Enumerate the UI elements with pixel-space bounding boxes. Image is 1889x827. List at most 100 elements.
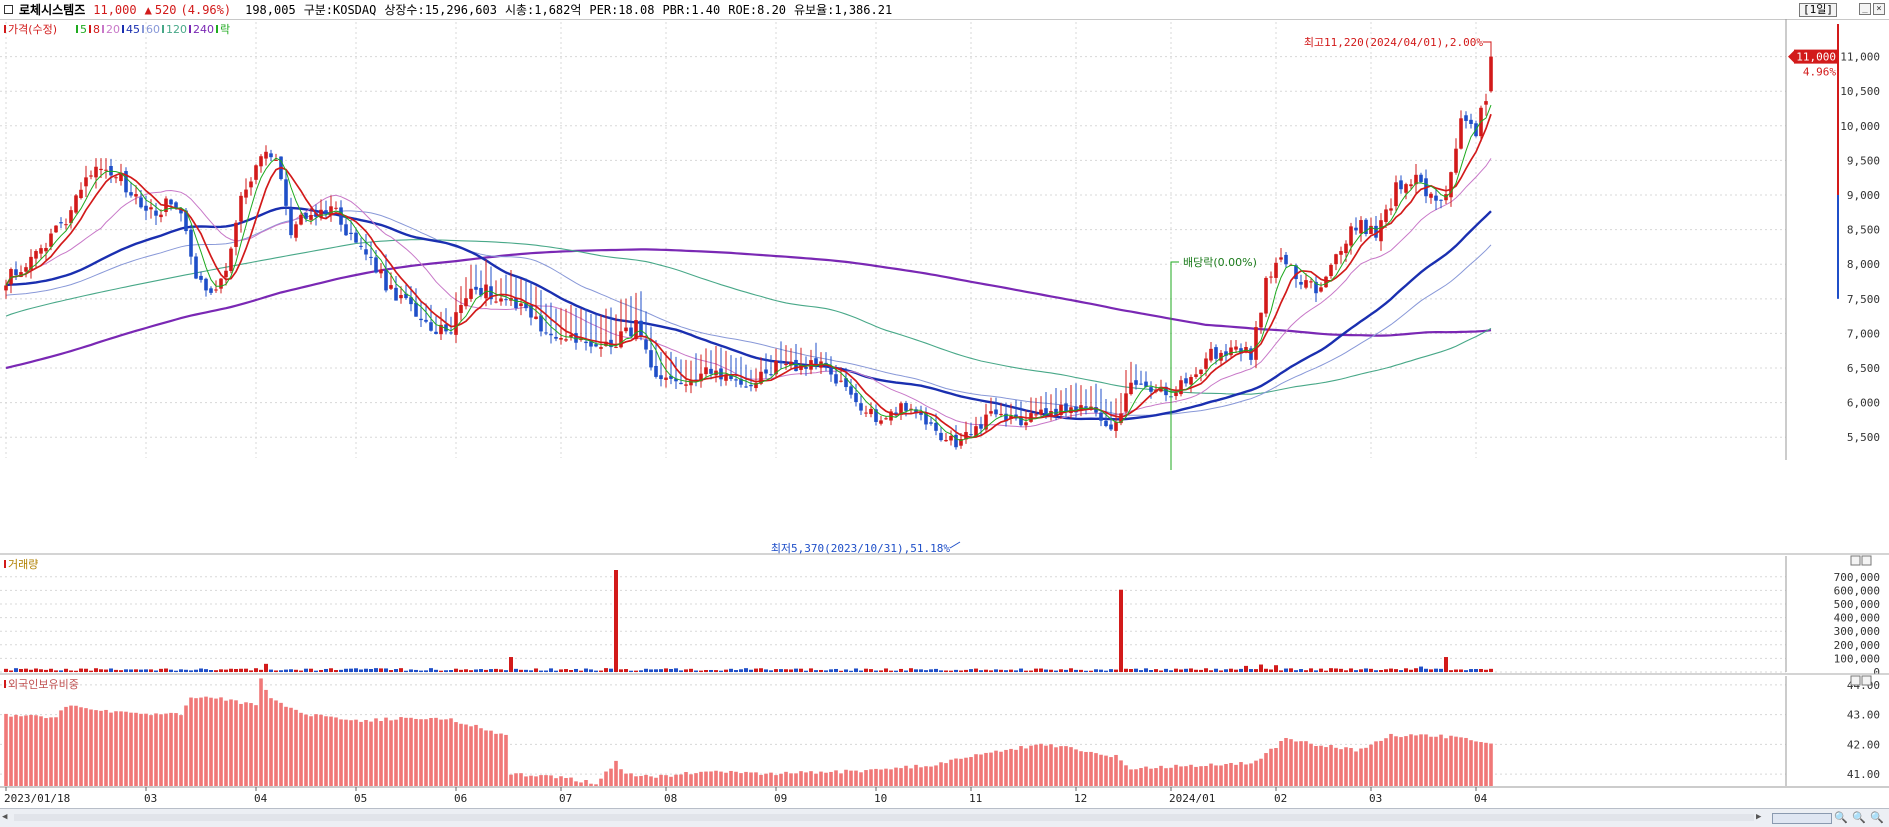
volume-bar [689,668,693,672]
foreign-bar [674,774,678,786]
volume-bar [1159,670,1163,672]
volume-bar [749,669,753,672]
foreign-bar [749,772,753,786]
foreign-bar [859,772,863,786]
volume-bar [1479,668,1483,672]
foreign-bar [439,719,443,786]
candle-body [64,224,68,226]
volume-bar [284,669,288,672]
foreign-bar [764,773,768,786]
volume-bar [1439,668,1443,672]
candle-body [159,214,163,218]
foreign-bar [1219,765,1223,786]
foreign-bar [919,767,923,786]
candle-body [1124,393,1128,412]
candle-body [1389,208,1393,211]
candle-body [1039,409,1043,415]
volume-bar [1074,669,1078,672]
scroll-right-icon[interactable]: ▶ [1756,812,1766,823]
candle-body [1234,346,1238,350]
zoom-reset-icon[interactable]: 🔍 [1870,811,1884,825]
candle-body [199,275,203,280]
foreign-bar [1194,766,1198,786]
foreign-bar [1179,766,1183,786]
foreign-bar [744,771,748,786]
legend-swatch [142,25,144,33]
foreign-bar [94,710,98,786]
foreign-bar [54,717,58,786]
candle-body [1334,254,1338,265]
foreign-bar [389,720,393,786]
volume-bar [859,670,863,672]
volume-bar [614,570,618,672]
chart-footer: ◀ ▶ 🔍 🔍 🔍 [0,808,1889,827]
foreign-bar [299,712,303,786]
foreign-bar [1164,768,1168,786]
candle-body [224,270,228,278]
foreign-bar [449,718,453,786]
foreign-bar [499,733,503,786]
candle-body [374,257,378,273]
foreign-bar [1324,747,1328,786]
candle-body [44,247,48,252]
foreign-bar [229,699,233,786]
candle-body [104,169,108,171]
foreign-bar [1019,746,1023,786]
volume-bar [329,668,333,672]
foreign-bar [469,726,473,786]
scroll-track[interactable] [14,814,1754,821]
volume-bar [679,670,683,672]
volume-bar [479,669,483,672]
foreign-bar [214,698,218,786]
candle-body [459,304,463,314]
volume-bar [579,670,583,672]
price-tick-label: 6,500 [1847,362,1880,375]
foreign-bar [1064,746,1068,786]
volume-bar [994,669,998,672]
foreign-bar [1239,762,1243,786]
candle-body [1194,374,1198,377]
candle-body [1399,180,1403,190]
foreign-bar [1354,751,1358,786]
volume-bar [939,670,943,672]
chart-canvas[interactable]: 5,500 6,000 6,500 7,000 7,500 8,000 8,500 9,000… [0,0,1889,808]
foreign-bar [1429,736,1433,786]
scroll-left-icon[interactable]: ◀ [2,812,12,823]
candle-body [1394,182,1398,207]
volume-bar [364,668,368,672]
candle-body [119,174,123,182]
candle-body [1254,327,1258,360]
volume-bar [1394,669,1398,672]
zoom-in-icon[interactable]: 🔍 [1834,811,1848,825]
volume-bar [1129,669,1133,672]
volume-bar [519,669,523,672]
foreign-bar [179,715,183,786]
legend-swatch [122,25,124,33]
volume-bar [969,669,973,672]
volume-panel: 0100,000200,000300,000400,000500,000600,… [0,553,1889,679]
foreign-bar [1314,746,1318,786]
volume-bar [919,669,923,672]
volume-bar [1134,668,1138,672]
candle-body [989,411,993,414]
foreign-bar [944,763,948,786]
candle-body [389,285,393,289]
zoom-slider[interactable] [1772,813,1832,824]
foreign-bar [379,721,383,786]
foreign-bar [734,771,738,786]
zoom-out-icon[interactable]: 🔍 [1852,811,1866,825]
candle-body [494,301,498,303]
price-tick-label: 10,500 [1840,85,1880,98]
candle-body [794,359,798,372]
foreign-bar [1014,749,1018,786]
candle-body [1349,226,1353,246]
candle-body [1319,287,1323,292]
volume-bar [664,668,668,672]
volume-bar [254,668,258,672]
foreign-bar [579,782,583,786]
candle-body [879,420,883,424]
foreign-bar [739,773,743,786]
volume-bar [324,668,328,672]
volume-bar [914,669,918,672]
foreign-bar [19,716,23,786]
